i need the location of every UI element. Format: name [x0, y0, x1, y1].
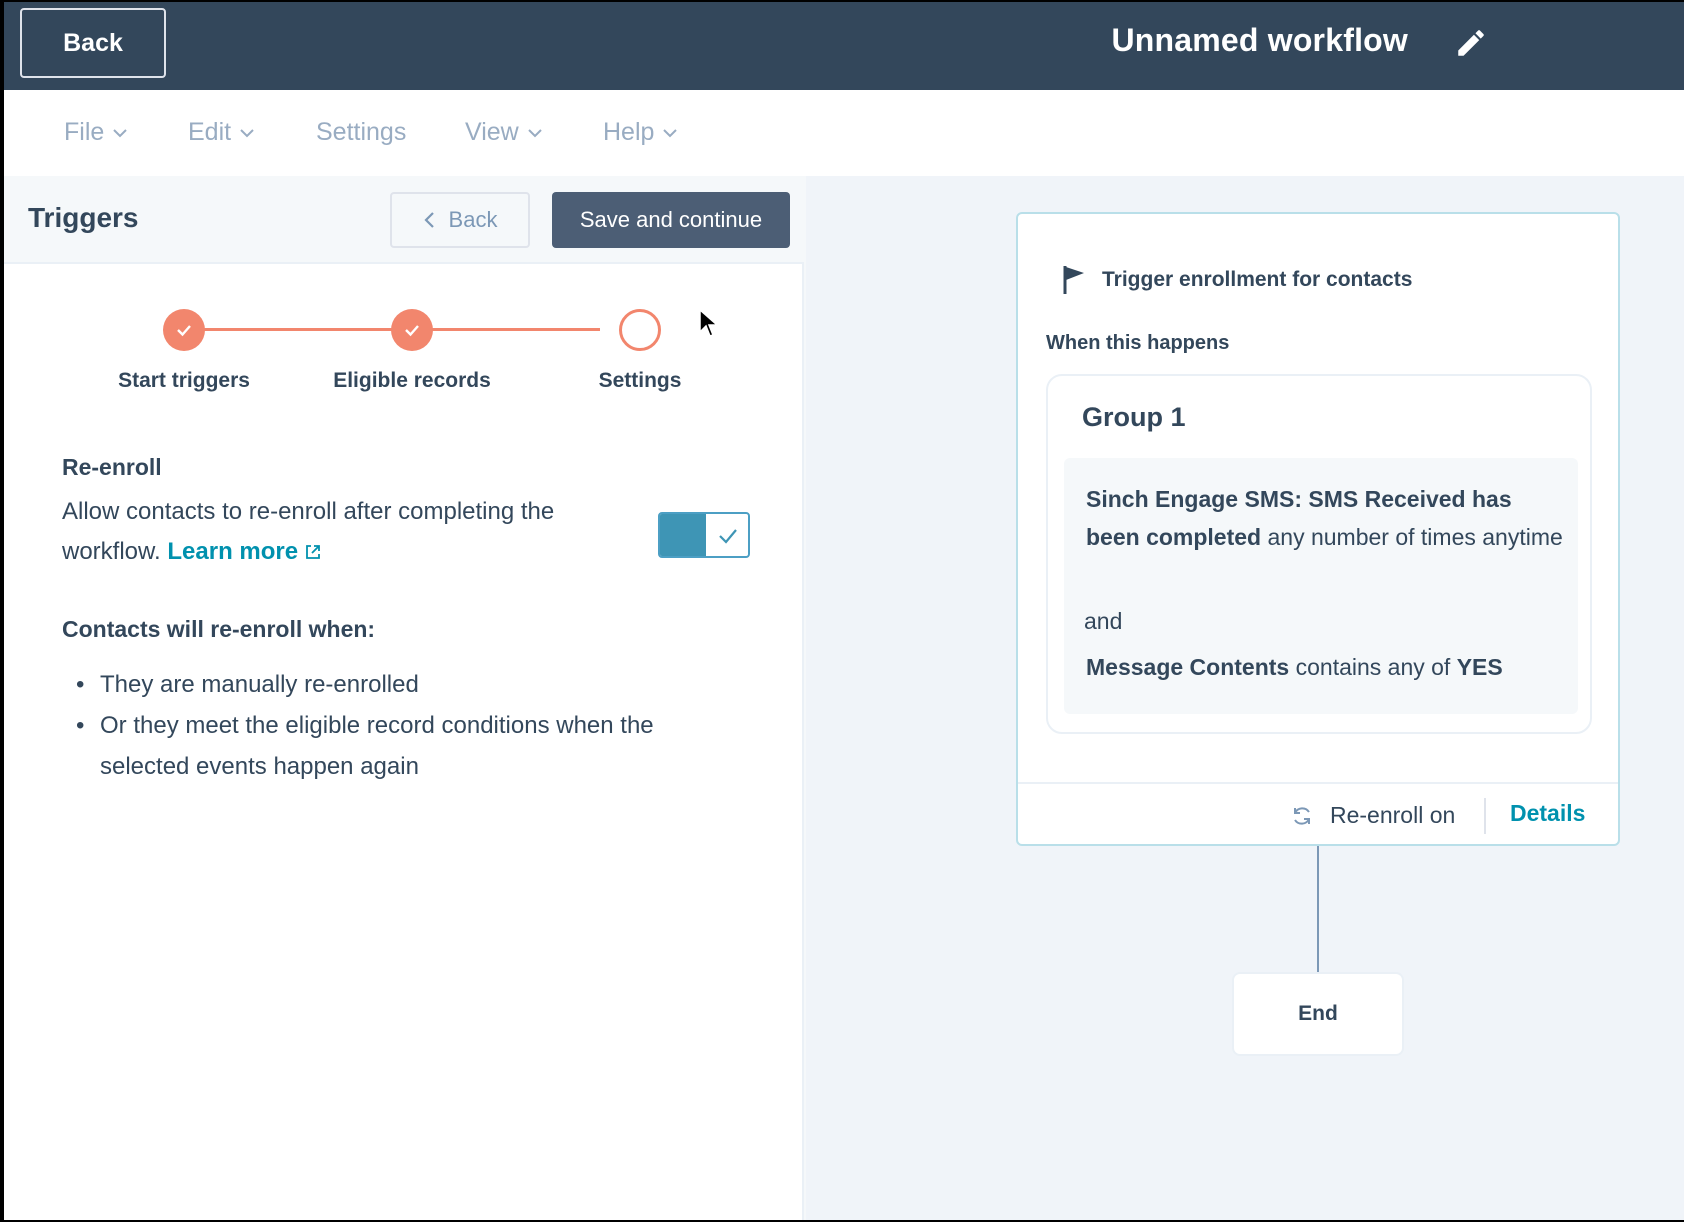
learn-more-label: Learn more	[167, 538, 299, 565]
group-title: Group 1	[1082, 402, 1186, 432]
chevron-down-icon	[663, 128, 678, 137]
external-link-icon	[306, 545, 320, 559]
panel-back-button[interactable]: Back	[390, 192, 530, 248]
trigger-card[interactable]: Trigger enrollment for contacts When thi…	[1016, 212, 1620, 846]
check-icon	[719, 529, 737, 544]
triggers-panel: Triggers Back Save and continue Start tr…	[4, 176, 804, 1220]
reenroll-description: Allow contacts to re-enroll after comple…	[62, 492, 622, 572]
reenroll-status: Re-enroll on	[1330, 802, 1456, 828]
learn-more-link[interactable]: Learn more	[167, 538, 322, 565]
condition-1-rest: any number of times anytime	[1261, 524, 1563, 550]
workflow-canvas: Trigger enrollment for contacts When thi…	[806, 176, 1684, 1220]
chevron-left-icon	[423, 212, 434, 228]
step-label-eligible-records: Eligible records	[333, 369, 491, 392]
progress-stepper: Start triggers Eligible records Settings	[4, 264, 804, 414]
chevron-down-icon	[528, 128, 542, 137]
trigger-group: Group 1 Sinch Engage SMS: SMS Received h…	[1046, 374, 1592, 734]
menu-edit-label: Edit	[188, 118, 232, 146]
toggle-fill	[660, 514, 706, 556]
condition-item: Or they meet the eligible record conditi…	[76, 705, 716, 787]
condition-2-field: Message Contents	[1086, 654, 1290, 680]
menu-file-label: File	[64, 118, 105, 146]
when-this-happens-label: When this happens	[1046, 332, 1230, 354]
menu-help[interactable]: Help	[603, 118, 678, 147]
panel-header: Triggers Back Save and continue	[4, 176, 804, 264]
condition-and: and	[1084, 608, 1123, 634]
step-eligible-records[interactable]	[391, 309, 433, 351]
condition-2-value: YES	[1456, 654, 1503, 680]
reenroll-toggle[interactable]	[658, 512, 750, 558]
menu-view-label: View	[465, 118, 519, 146]
details-link[interactable]: Details	[1510, 800, 1585, 827]
flag-icon	[1063, 266, 1084, 294]
conditions-list: They are manually re-enrolled Or they me…	[76, 664, 716, 787]
condition-1: Sinch Engage SMS: SMS Received has been …	[1086, 480, 1566, 556]
step-label-settings: Settings	[598, 369, 682, 392]
menu-edit[interactable]: Edit	[188, 118, 255, 147]
trigger-card-footer: Re-enroll on Details	[1018, 782, 1618, 846]
condition-2: Message Contents contains any of YES	[1086, 654, 1503, 681]
chevron-down-icon	[113, 128, 128, 137]
workflow-title[interactable]: Unnamed workflow	[1111, 22, 1408, 59]
mouse-cursor-icon	[699, 308, 719, 337]
condition-item: They are manually re-enrolled	[76, 664, 716, 705]
menu-bar: File Edit Settings View Help	[4, 90, 1684, 176]
condition-box: Sinch Engage SMS: SMS Received has been …	[1064, 458, 1578, 714]
end-node[interactable]: End	[1232, 972, 1404, 1056]
flow-connector	[1317, 846, 1319, 972]
panel-title: Triggers	[28, 202, 139, 233]
menu-file[interactable]: File	[64, 118, 128, 147]
menu-settings-label: Settings	[316, 118, 407, 146]
refresh-icon	[1294, 807, 1310, 825]
menu-help-label: Help	[603, 118, 655, 146]
pencil-icon[interactable]	[1454, 26, 1488, 60]
chevron-down-icon	[240, 128, 254, 137]
reenroll-title: Re-enroll	[62, 454, 162, 480]
menu-settings[interactable]: Settings	[316, 118, 406, 147]
step-settings[interactable]	[619, 309, 661, 351]
check-icon	[405, 325, 419, 337]
top-bar: Back Unnamed workflow	[4, 2, 1684, 90]
header-back-button[interactable]: Back	[20, 8, 166, 78]
conditions-title: Contacts will re-enroll when:	[62, 616, 376, 642]
check-icon	[177, 325, 191, 337]
step-label-start-triggers: Start triggers	[118, 369, 250, 392]
condition-2-op: contains any of	[1289, 654, 1457, 680]
footer-divider	[1484, 798, 1486, 834]
trigger-card-title: Trigger enrollment for contacts	[1102, 268, 1413, 291]
save-and-continue-button[interactable]: Save and continue	[552, 192, 790, 248]
app-frame: Back Unnamed workflow File Edit Settings…	[4, 2, 1684, 1220]
panel-back-label: Back	[448, 207, 498, 232]
step-start-triggers[interactable]	[163, 309, 205, 351]
menu-view[interactable]: View	[465, 118, 543, 147]
